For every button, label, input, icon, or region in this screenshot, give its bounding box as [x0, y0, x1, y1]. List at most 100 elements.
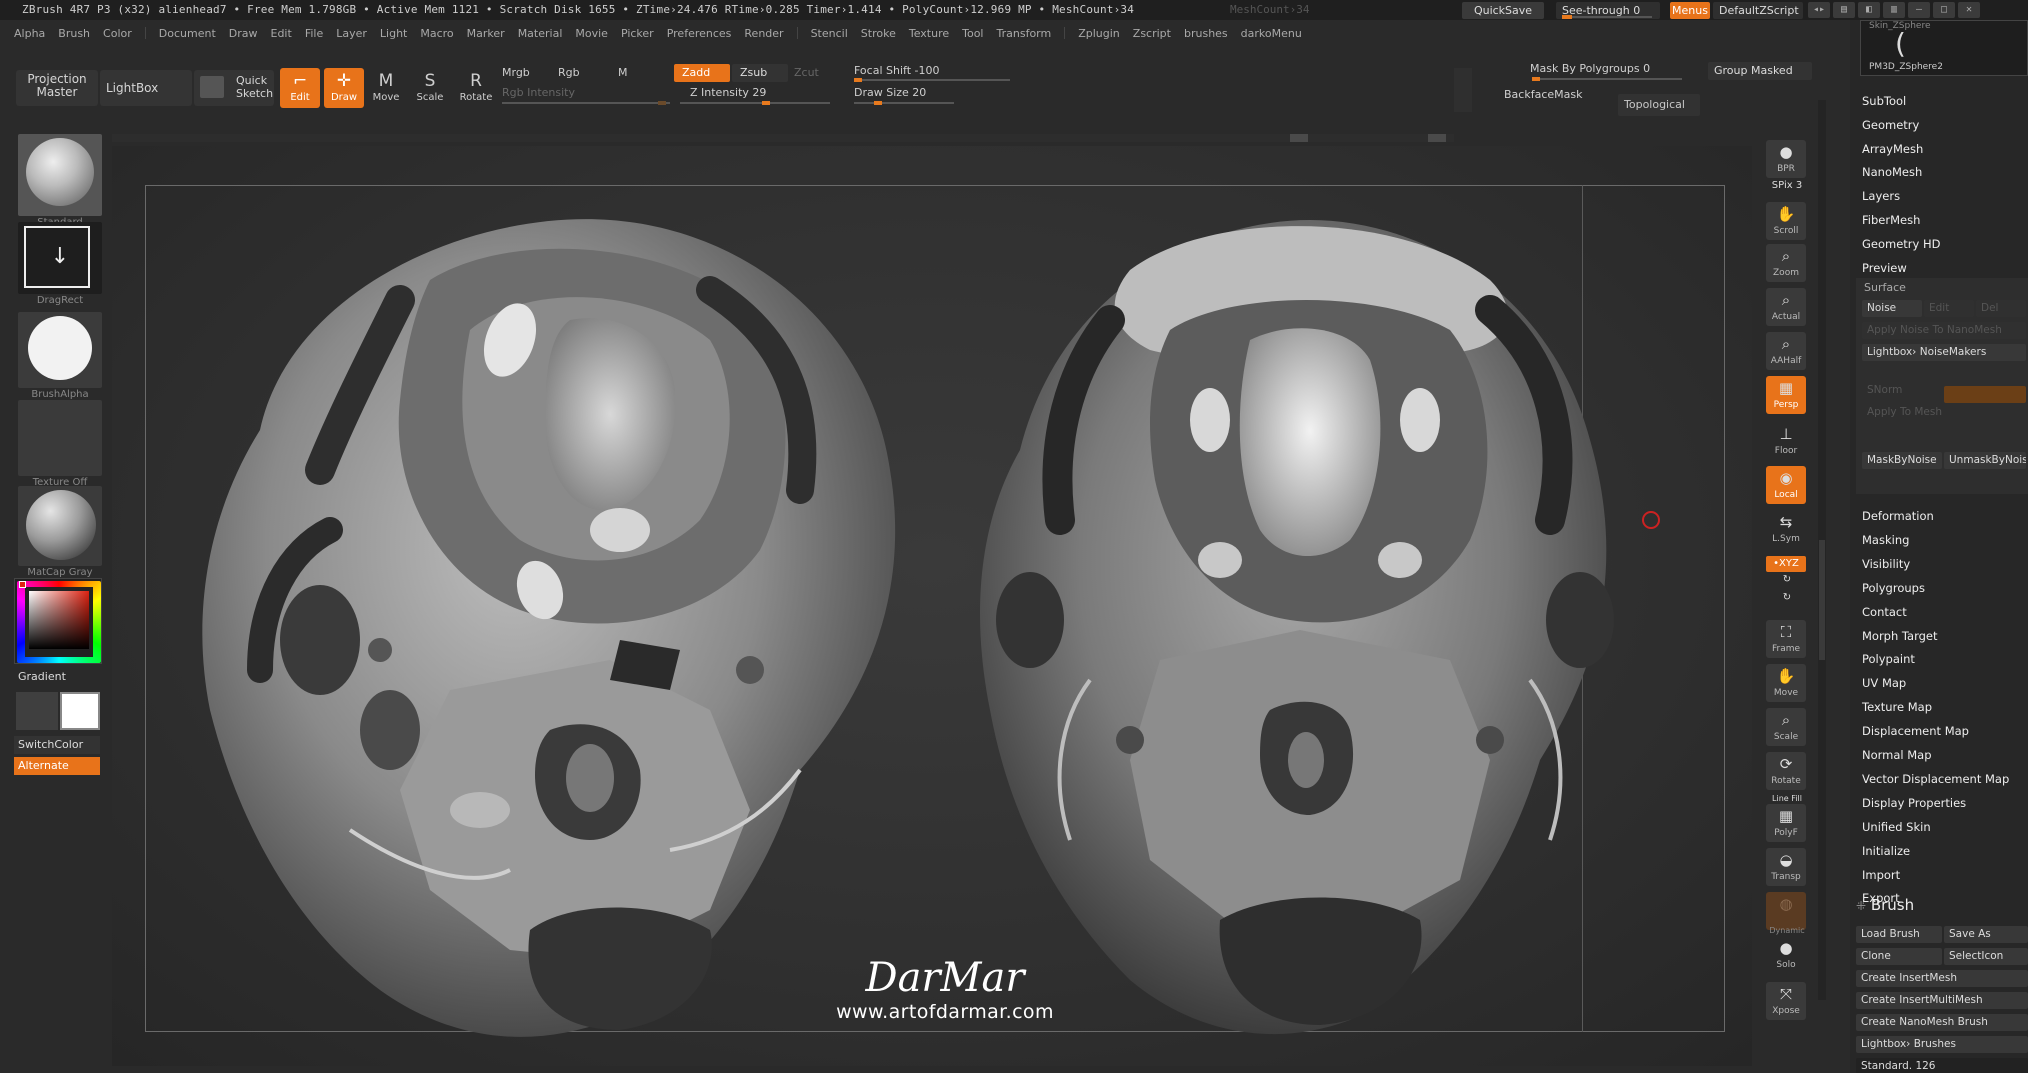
floor-button[interactable]: ⊥ Floor — [1766, 422, 1806, 460]
viewport-horizontal-scroll[interactable] — [112, 134, 1454, 142]
focal-shift-slider[interactable]: Focal Shift -100 — [854, 64, 939, 77]
rgb-intensity-track[interactable] — [502, 101, 670, 105]
edit-mode-button[interactable]: ⌐ Edit — [280, 68, 320, 108]
menu-item-zscript[interactable]: Zscript — [1133, 27, 1171, 40]
see-through-track[interactable] — [1562, 15, 1652, 19]
menu-item-draw[interactable]: Draw — [229, 27, 258, 40]
alpha-picker[interactable]: BrushAlpha — [18, 312, 102, 400]
topological-toggle[interactable]: Topological — [1618, 94, 1700, 116]
create-insertmesh-button[interactable]: Create InsertMesh — [1856, 970, 2028, 987]
menu-item-preferences[interactable]: Preferences — [667, 27, 732, 40]
clone-brush-button[interactable]: Clone — [1856, 948, 1942, 965]
draw-size-slider[interactable]: Draw Size 20 — [854, 86, 926, 99]
focal-shift-track[interactable] — [854, 78, 1010, 82]
m-toggle[interactable]: M — [618, 66, 628, 79]
unmask-by-noise-button[interactable]: UnmaskByNoise — [1944, 452, 2026, 469]
save-as-button[interactable]: Save As — [1944, 926, 2028, 943]
brush-picker[interactable]: Standard — [18, 134, 102, 228]
menu-item-zplugin[interactable]: Zplugin — [1078, 27, 1120, 40]
tool-menu-normal-map[interactable]: Normal Map — [1862, 748, 1932, 762]
quicksave-button[interactable]: QuickSave — [1462, 2, 1544, 19]
lightbox-button[interactable]: LightBox — [100, 70, 192, 106]
menu-item-stroke[interactable]: Stroke — [861, 27, 896, 40]
rotate-mode-button[interactable]: R Rotate — [456, 68, 496, 108]
saturation-value-square[interactable] — [29, 591, 89, 649]
menu-item-edit[interactable]: Edit — [271, 27, 292, 40]
layout-icon[interactable]: ▥ — [1883, 2, 1905, 18]
create-insertmultimesh-button[interactable]: Create InsertMultiMesh — [1856, 992, 2028, 1009]
draw-size-track[interactable] — [854, 101, 954, 105]
tool-menu-layers[interactable]: Layers — [1862, 189, 1900, 203]
viewport-move-button[interactable]: ✋ Move — [1766, 664, 1806, 702]
tool-menu-nanomesh[interactable]: NanoMesh — [1862, 165, 1922, 179]
noise-del-button[interactable]: Del — [1976, 300, 2026, 317]
tool-panel-scrollbar[interactable] — [1818, 100, 1826, 1000]
close-icon[interactable]: ✕ — [1958, 2, 1980, 18]
scale-mode-button[interactable]: S Scale — [410, 68, 450, 108]
see-through-slider[interactable]: See-through 0 — [1556, 2, 1660, 19]
tool-menu-display-properties[interactable]: Display Properties — [1862, 796, 1966, 810]
tool-menu-import[interactable]: Import — [1862, 868, 1900, 882]
alternate-button[interactable]: Alternate — [14, 757, 100, 775]
menu-item-tool[interactable]: Tool — [962, 27, 983, 40]
minimize-icon[interactable]: — — [1908, 2, 1930, 18]
rgb-intensity-slider[interactable]: Rgb Intensity — [502, 86, 575, 99]
viewport-scale-button[interactable]: ⌕ Scale — [1766, 708, 1806, 746]
mask-by-polygroups-track[interactable] — [1532, 77, 1682, 81]
tool-menu-deformation[interactable]: Deformation — [1862, 509, 1934, 523]
zsub-toggle[interactable]: Zsub — [732, 64, 788, 82]
viewport-rotate-button[interactable]: ⟳ Rotate — [1766, 752, 1806, 790]
select-icon-button[interactable]: SelectIcon — [1944, 948, 2028, 965]
menu-item-movie[interactable]: Movie — [575, 27, 608, 40]
ghost-button[interactable]: ◍ — [1766, 892, 1806, 930]
z-intensity-track[interactable] — [680, 101, 830, 105]
load-brush-button[interactable]: Load Brush — [1856, 926, 1942, 943]
tool-menu-preview[interactable]: Preview — [1862, 261, 1907, 275]
tool-menu-polypaint[interactable]: Polypaint — [1862, 652, 1915, 666]
tool-menu-morph-target[interactable]: Morph Target — [1862, 629, 1938, 643]
gradient-toggle[interactable]: Gradient — [18, 670, 66, 683]
tool-menu-fibermesh[interactable]: FiberMesh — [1862, 213, 1920, 227]
group-masked-button[interactable]: Group Masked — [1708, 62, 1812, 80]
tool-menu-polygroups[interactable]: Polygroups — [1862, 581, 1925, 595]
mask-by-polygroups-slider[interactable]: Mask By Polygroups 0 — [1530, 62, 1650, 75]
tool-menu-unified-skin[interactable]: Unified Skin — [1862, 820, 1931, 834]
lightbox-noisemakers-button[interactable]: Lightbox› NoiseMakers — [1862, 344, 2026, 361]
tool-menu-contact[interactable]: Contact — [1862, 605, 1907, 619]
xpose-button[interactable]: ⤧ Xpose — [1766, 982, 1806, 1020]
transp-button[interactable]: ◒ Transp — [1766, 848, 1806, 886]
actual-button[interactable]: ⌕ Actual — [1766, 288, 1806, 326]
surface-header[interactable]: Surface — [1864, 281, 1906, 294]
current-brush-standard[interactable]: Standard. 126 — [1856, 1058, 2028, 1073]
menu-item-picker[interactable]: Picker — [621, 27, 654, 40]
tool-menu-uv-map[interactable]: UV Map — [1862, 676, 1906, 690]
menu-item-brush[interactable]: Brush — [58, 27, 90, 40]
layout-left-icon[interactable]: ◂▸ — [1808, 2, 1830, 18]
tool-menu-masking[interactable]: Masking — [1862, 533, 1909, 547]
menu-item-material[interactable]: Material — [518, 27, 563, 40]
noise-button[interactable]: Noise — [1862, 300, 1922, 317]
apply-noise-nanomesh-button[interactable]: Apply Noise To NanoMesh — [1862, 322, 2026, 339]
texture-picker[interactable]: Texture Off — [18, 400, 102, 488]
rotate-y-icon[interactable]: ↻ — [1762, 574, 1812, 585]
current-tool-thumbnail[interactable]: Skin_ZSphere ( PM3D_ZSphere2 — [1860, 20, 2028, 76]
tool-menu-arraymesh[interactable]: ArrayMesh — [1862, 142, 1923, 156]
menu-item-stencil[interactable]: Stencil — [811, 27, 848, 40]
persp-button[interactable]: ▦ Persp — [1766, 376, 1806, 414]
menu-item-macro[interactable]: Macro — [420, 27, 453, 40]
local-button[interactable]: ◉ Local — [1766, 466, 1806, 504]
rgb-toggle[interactable]: Rgb — [558, 66, 580, 79]
menu-item-layer[interactable]: Layer — [336, 27, 367, 40]
lsym-button[interactable]: ⇆ L.Sym — [1766, 510, 1806, 548]
tool-menu-vector-displacement-map[interactable]: Vector Displacement Map — [1862, 772, 2009, 786]
color-picker[interactable] — [14, 578, 102, 664]
menu-item-alpha[interactable]: Alpha — [14, 27, 45, 40]
draw-mode-button[interactable]: ✛ Draw — [324, 68, 364, 108]
menu-item-render[interactable]: Render — [744, 27, 783, 40]
tool-menu-geometry-hd[interactable]: Geometry HD — [1862, 237, 1941, 251]
z-intensity-slider[interactable]: Z Intensity 29 — [690, 86, 766, 99]
frame-button[interactable]: ⛶ Frame — [1766, 620, 1806, 658]
snorm-slider[interactable] — [1944, 386, 2026, 403]
menu-item-document[interactable]: Document — [159, 27, 216, 40]
aahalf-button[interactable]: ⌕ AAHalf — [1766, 332, 1806, 370]
